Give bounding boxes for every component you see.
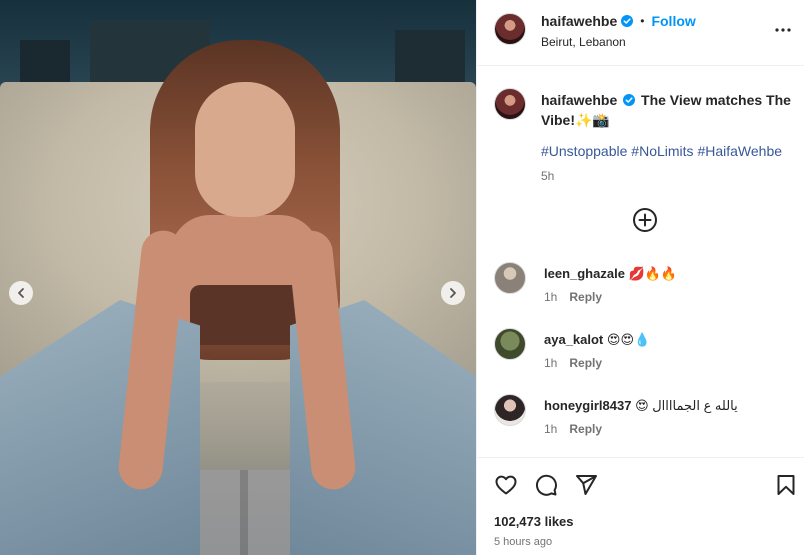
chevron-right-icon — [450, 288, 456, 298]
separator-dot: • — [640, 14, 645, 28]
likes-count[interactable]: 102,473 likes — [494, 514, 574, 529]
bookmark-icon[interactable] — [774, 473, 798, 497]
avatar[interactable] — [494, 13, 526, 45]
hashtag-link[interactable]: #NoLimits — [631, 143, 693, 159]
comment-line: leen_ghazale 💋🔥🔥 — [544, 266, 677, 282]
photo-face — [195, 82, 295, 217]
comment-text: 😍 يالله ع الجماااال — [635, 398, 738, 413]
comment-text: 💋🔥🔥 — [628, 266, 678, 281]
comment-username[interactable]: honeygirl8437 — [544, 398, 631, 413]
chevron-left-icon — [18, 288, 24, 298]
comment-line: honeygirl8437 😍 يالله ع الجماااال — [544, 398, 738, 414]
avatar[interactable] — [494, 88, 526, 120]
comment-meta: 1h Reply — [544, 356, 602, 370]
reply-button[interactable]: Reply — [569, 290, 602, 304]
comment-item: honeygirl8437 😍 يالله ع الجماااال 1h Rep… — [494, 394, 794, 444]
caption-timestamp[interactable]: 5h — [541, 169, 554, 183]
caption-hashtags: #Unstoppable #NoLimits #HaifaWehbe — [541, 143, 782, 159]
comment-meta: 1h Reply — [544, 422, 602, 436]
comment-meta: 1h Reply — [544, 290, 602, 304]
post-actions: 102,473 likes 5 hours ago — [477, 457, 804, 555]
caption-text: haifawehbe The View matches The Vibe!✨📸 — [541, 90, 791, 130]
carousel-next-button[interactable] — [441, 281, 465, 305]
hashtag-link[interactable]: #Unstoppable — [541, 143, 627, 159]
username-link[interactable]: haifawehbe — [541, 13, 617, 29]
comment-bubble-icon[interactable] — [534, 473, 558, 497]
more-options-button[interactable] — [773, 20, 793, 40]
post-header-user: haifawehbe • Follow — [541, 13, 696, 29]
post-side-panel: haifawehbe • Follow Beirut, Lebanon haif… — [476, 0, 804, 555]
post-header: haifawehbe • Follow Beirut, Lebanon — [477, 0, 804, 66]
comment-time[interactable]: 1h — [544, 290, 557, 304]
comment-time[interactable]: 1h — [544, 356, 557, 370]
paper-plane-icon[interactable] — [574, 473, 598, 497]
follow-button[interactable]: Follow — [651, 13, 695, 29]
plus-circle-icon[interactable] — [632, 207, 658, 233]
post-photo[interactable] — [0, 0, 476, 555]
hashtag-link[interactable]: #HaifaWehbe — [697, 143, 782, 159]
comment-time[interactable]: 1h — [544, 422, 557, 436]
location-link[interactable]: Beirut, Lebanon — [541, 35, 626, 49]
reply-button[interactable]: Reply — [569, 422, 602, 436]
heart-icon[interactable] — [494, 473, 518, 497]
caption-username[interactable]: haifawehbe — [541, 92, 617, 108]
avatar[interactable] — [494, 262, 526, 294]
avatar[interactable] — [494, 328, 526, 360]
avatar[interactable] — [494, 394, 526, 426]
comment-username[interactable]: leen_ghazale — [544, 266, 625, 281]
comment-item: aya_kalot 😍😍💧 1h Reply — [494, 328, 794, 378]
comment-item: leen_ghazale 💋🔥🔥 1h Reply — [494, 262, 794, 312]
comment-text: 😍😍💧 — [606, 332, 651, 347]
carousel-prev-button[interactable] — [9, 281, 33, 305]
comment-username[interactable]: aya_kalot — [544, 332, 603, 347]
comment-line: aya_kalot 😍😍💧 — [544, 332, 650, 348]
post-timestamp[interactable]: 5 hours ago — [494, 536, 552, 548]
photo-building — [395, 30, 465, 90]
verified-badge-icon — [621, 15, 634, 27]
reply-button[interactable]: Reply — [569, 356, 602, 370]
verified-badge-icon — [623, 94, 636, 106]
more-options-icon — [775, 28, 791, 32]
